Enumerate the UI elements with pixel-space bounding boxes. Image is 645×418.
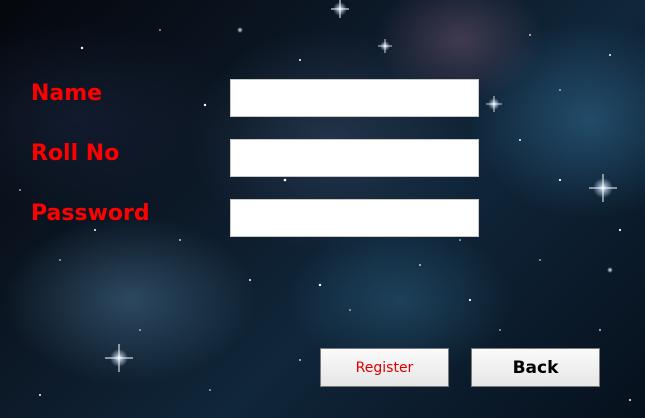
password-input[interactable] bbox=[230, 199, 479, 237]
rollno-label: Roll No bbox=[31, 141, 120, 166]
name-label: Name bbox=[31, 81, 103, 106]
rollno-input[interactable] bbox=[230, 139, 479, 177]
back-button-label: Back bbox=[512, 357, 559, 378]
register-button-label: Register bbox=[355, 359, 414, 376]
name-input[interactable] bbox=[230, 79, 479, 117]
password-label: Password bbox=[31, 201, 150, 226]
register-button[interactable]: Register bbox=[320, 348, 449, 387]
back-button[interactable]: Back bbox=[471, 348, 600, 387]
